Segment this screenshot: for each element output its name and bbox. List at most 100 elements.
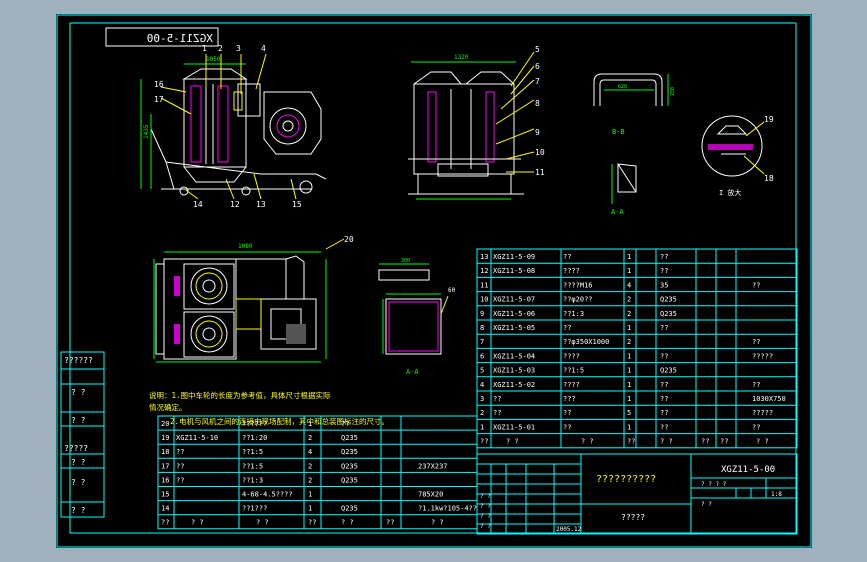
bom-left-qty: 2: [308, 434, 312, 442]
left-stamp: ?????? ? ? ? ? ????? ? ? ? ? ? ?: [60, 351, 105, 518]
balloon-19: 19: [764, 115, 774, 124]
stamp-5: ? ?: [71, 478, 86, 487]
bom-left-qty: 1: [308, 420, 312, 428]
bom-left-h-note: ? ?: [431, 519, 444, 527]
balloon-20: 20: [344, 235, 354, 244]
bom-left-name: ??????: [242, 420, 267, 428]
balloon-13: 13: [256, 200, 266, 209]
label-section-a: A-A: [406, 368, 419, 376]
tb-q1: ? ?: [480, 493, 491, 500]
balloon-18: 18: [764, 174, 774, 183]
bom-left-mat: Q235: [341, 434, 358, 442]
bom-right-no: 1: [480, 423, 484, 431]
plan-view: 1080 20: [153, 235, 354, 363]
title-block: ?????????? XGZ11-5-00 ????? 1:8 2005.12 …: [476, 453, 798, 535]
dim-front-top: 1050: [206, 56, 221, 63]
bom-right-qty: 2: [627, 338, 631, 346]
drawing-sheet: XGZ11-5-00 ?????? ? ? ? ? ????? ? ? ? ? …: [56, 14, 812, 548]
hood-detail: 620 280 B-B: [593, 73, 676, 136]
front-view: 1050 1435 1 2 3 4 16 17 14 12 13 15: [140, 44, 327, 209]
balloon-14: 14: [193, 200, 203, 209]
bom-right-qty: 5: [627, 409, 631, 417]
bom-left-qty: 4: [308, 448, 312, 456]
bom-right-code: XGZ11-5-06: [493, 310, 535, 318]
bom-left-note: ?1.1kw?105-4??: [418, 505, 477, 513]
bom-left-no: 17: [161, 462, 169, 470]
bom-right-mat: ??: [660, 409, 668, 417]
bom-right-note: ??: [752, 423, 760, 431]
bom-right-no: 4: [480, 381, 484, 389]
tb-q3: ? ?: [480, 513, 491, 520]
bom-left-h-name: ? ?: [256, 519, 269, 527]
drawing-number: XGZ11-5-00: [721, 465, 775, 475]
bom-right-code: ??: [493, 409, 501, 417]
bom-right-qty: 2: [627, 310, 631, 318]
detail-i: 19 18 I 放大: [701, 115, 774, 197]
bom-left-h-qty: ??: [308, 519, 316, 527]
bom-right-code: ??: [493, 395, 501, 403]
bom-right-qty: 1: [627, 395, 631, 403]
balloon-3: 3: [236, 44, 241, 53]
bom-right-name: ??: [563, 409, 571, 417]
bom-right-h-mat: ? ?: [660, 438, 673, 446]
bom-right-name: ????M16: [563, 281, 593, 289]
balloon-12: 12: [230, 200, 240, 209]
bom-left-mat: Q235: [341, 476, 358, 484]
bom-left-h-mat: ? ?: [341, 519, 354, 527]
bom-right-qty: 1: [627, 267, 631, 275]
bom-right-h-no: ??: [480, 438, 488, 446]
bom-left-no: 14: [161, 505, 169, 513]
bom-right-code: XGZ11-5-02: [493, 381, 535, 389]
bom-right-no: 5: [480, 367, 484, 375]
bom-right-code: XGZ11-5-01: [493, 423, 535, 431]
dim-front-height: 1435: [143, 124, 150, 139]
bom-right-qty: 1: [627, 423, 631, 431]
bom-right-mat: ??: [660, 253, 668, 261]
notes: 说明：1.图中车轮的长度为参考值，具体尺寸根据实际 情况确定。 2.电机与风机之…: [149, 390, 389, 426]
balloon-1: 1: [202, 44, 207, 53]
bom-right-name: ??: [563, 324, 571, 332]
bom-right-name: ??1:3: [563, 310, 584, 318]
bom-left-qty: 2: [308, 462, 312, 470]
bom-right-name: ??: [563, 253, 571, 261]
tb-q4: ? ?: [480, 523, 491, 530]
bom-right-name: ???: [563, 395, 576, 403]
bom-right-mat: ??: [660, 267, 668, 275]
bom-left-code: ??: [176, 448, 184, 456]
drawing-name: ??????????: [596, 474, 656, 485]
side-view: 1320 5 6 7 8 9 10 11: [408, 45, 545, 200]
cad-drawing: XGZ11-5-00 ?????? ? ? ? ? ????? ? ? ? ? …: [56, 14, 812, 548]
bom-left-code: ??: [176, 462, 184, 470]
bom-left-code: ??: [176, 476, 184, 484]
balloon-17: 17: [154, 95, 164, 104]
bom-left-qty: 1: [308, 505, 312, 513]
bom-right-qty: 1: [627, 352, 631, 360]
bom-right-h-w2: ??: [720, 438, 728, 446]
bom-right-h-name: ? ?: [581, 438, 594, 446]
bom-right-mat: Q235: [660, 310, 677, 318]
bom-left-name: ??1:5: [242, 462, 263, 470]
balloon-16: 16: [154, 80, 164, 89]
bom-right-name: ????: [563, 352, 580, 360]
bom-right-h-qty: ??: [627, 438, 635, 446]
bom-right-name: ??1:5: [563, 367, 584, 375]
label-section-b: B-B: [612, 128, 625, 136]
bom-right-no: 6: [480, 352, 484, 360]
bom-right-code: XGZ11-5-05: [493, 324, 535, 332]
bom-left-table: 20?????? 1 ?? 19 XGZ11-5-10 ??1:20 2 Q235 18????…: [157, 415, 478, 530]
dim-small: 60: [448, 287, 456, 294]
balloon-5: 5: [535, 45, 540, 54]
bom-left-name: ??1:3: [242, 476, 263, 484]
bom-right-mat: ??: [660, 423, 668, 431]
bom-left-name: 4-68-4.5????: [242, 491, 293, 499]
bom-right-code: XGZ11-5-07: [493, 296, 535, 304]
stamp-2: ? ?: [71, 416, 86, 425]
bom-right-note: ??: [752, 381, 760, 389]
note-line1: 说明：1.图中车轮的长度为参考值，具体尺寸根据实际: [149, 390, 331, 400]
bom-right-code: XGZ11-5-08: [493, 267, 535, 275]
bom-left-mat: ??: [341, 420, 349, 428]
bracket-detail: A-A: [611, 163, 637, 216]
bom-left-note: 237X237: [418, 462, 448, 470]
bom-right-mat: 35: [660, 281, 668, 289]
note-line3: 2.电机与风机之间的连接由现场配制，其中和总装图标注的尺寸。: [170, 416, 389, 426]
